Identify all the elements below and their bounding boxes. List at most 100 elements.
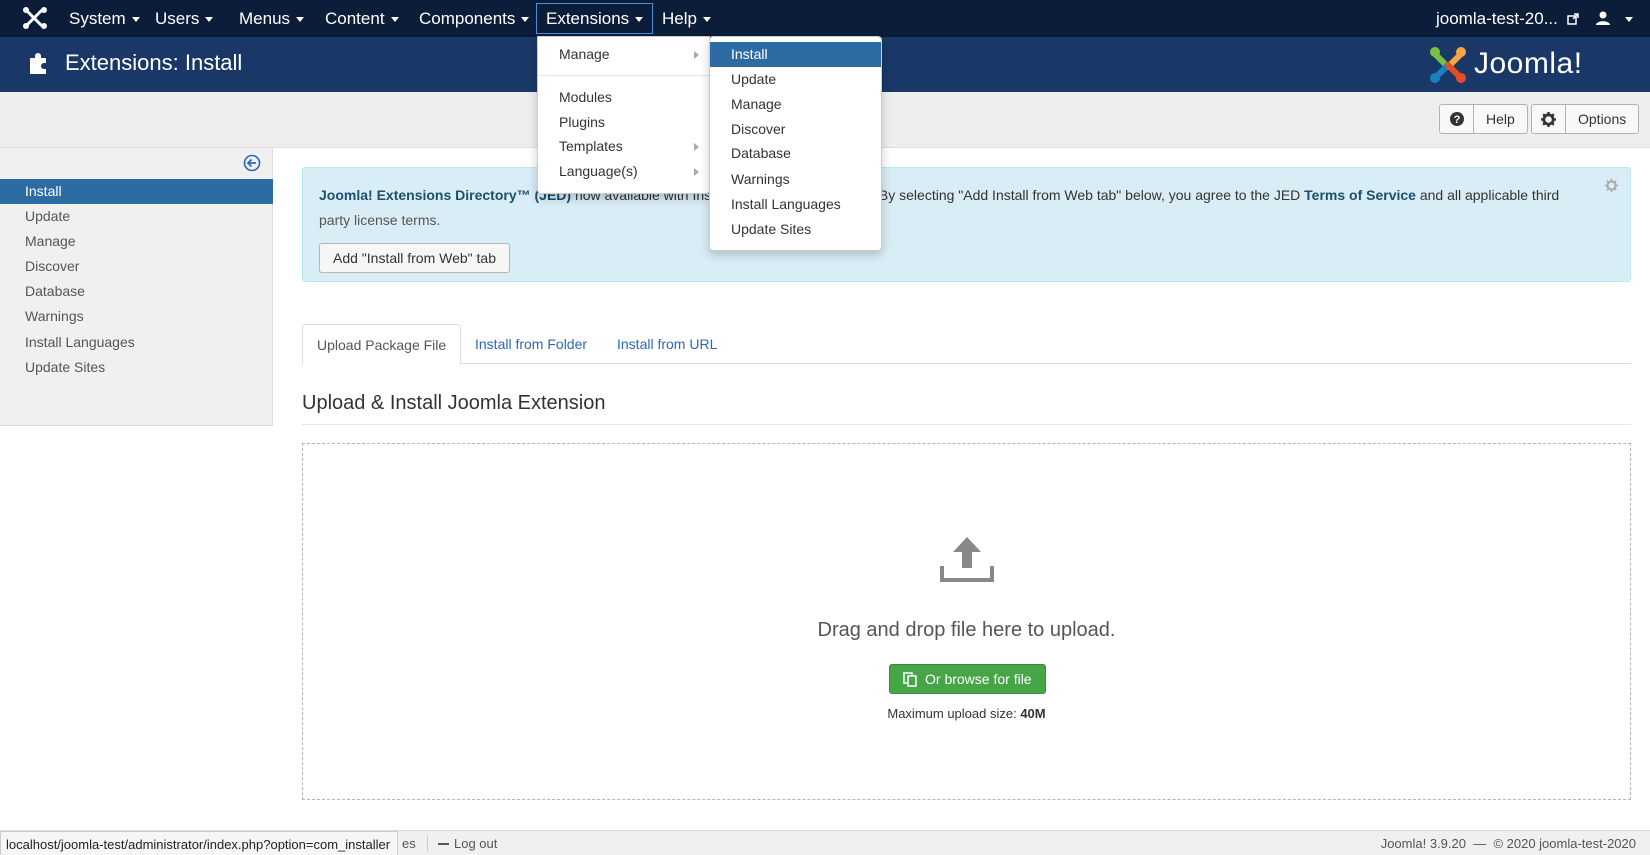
- sidebar-item-manage[interactable]: Manage: [0, 229, 273, 254]
- copyright-text: © 2020 joomla-test-2020: [1493, 836, 1636, 851]
- browse-file-button[interactable]: Or browse for file: [889, 664, 1046, 694]
- caret-down-icon: [635, 17, 644, 23]
- submenu-item-database[interactable]: Database: [710, 141, 881, 166]
- upload-dropzone[interactable]: Drag and drop file here to upload. Or br…: [302, 443, 1631, 800]
- manage-submenu: Install Update Manage Discover Database …: [709, 36, 882, 251]
- alert-text: Joomla! Extensions Directory™ (JED) now …: [319, 185, 1559, 205]
- user-menu[interactable]: [1596, 0, 1633, 37]
- tab-upload-package-file[interactable]: Upload Package File: [302, 324, 462, 365]
- logout-link[interactable]: Log out: [427, 835, 497, 852]
- submenu-item-update[interactable]: Update: [710, 67, 881, 92]
- logout-label: Log out: [454, 836, 498, 851]
- nav-extensions[interactable]: Extensions: [536, 3, 654, 34]
- nav-components-label: Components: [419, 9, 516, 28]
- menu-item-templates[interactable]: Templates: [538, 134, 709, 159]
- submenu-item-discover[interactable]: Discover: [710, 117, 881, 142]
- puzzle-icon: [30, 53, 46, 74]
- caret-down-icon: [131, 17, 140, 23]
- page-title: Extensions: Install: [65, 50, 243, 75]
- collapse-sidebar-icon[interactable]: [243, 154, 261, 172]
- caret-down-icon: [390, 17, 399, 23]
- svg-text:?: ?: [1453, 114, 1460, 126]
- add-install-from-web-button[interactable]: Add "Install from Web" tab: [319, 243, 510, 273]
- external-link-icon: [1566, 13, 1579, 25]
- alert-text-line1: . By selecting "Add Install from Web tab…: [871, 187, 1305, 203]
- nav-components[interactable]: Components: [410, 0, 538, 37]
- nav-content-label: Content: [325, 9, 385, 28]
- browse-file-label: Or browse for file: [925, 671, 1032, 687]
- top-navbar: System Users Menus Content Components Ex…: [0, 0, 1650, 37]
- tab-install-from-url[interactable]: Install from URL: [603, 324, 731, 364]
- site-name: joomla-test-20...: [1436, 9, 1558, 28]
- sidebar-item-update-sites[interactable]: Update Sites: [0, 355, 273, 380]
- help-button[interactable]: ? Help: [1439, 104, 1528, 134]
- tab-install-from-folder[interactable]: Install from Folder: [461, 324, 601, 364]
- menu-item-templates-label: Templates: [559, 138, 623, 154]
- drop-text: Drag and drop file here to upload.: [817, 619, 1116, 641]
- gear-icon[interactable]: [1605, 179, 1618, 192]
- footer-copyright: Joomla! 3.9.20 — © 2020 joomla-test-2020: [1380, 836, 1636, 851]
- extensions-dropdown: Manage Modules Plugins Templates Languag…: [537, 36, 710, 194]
- submenu-item-update-sites[interactable]: Update Sites: [710, 217, 881, 242]
- options-button[interactable]: Options: [1531, 104, 1640, 134]
- jed-alert: Joomla! Extensions Directory™ (JED) now …: [302, 167, 1631, 282]
- nav-content[interactable]: Content: [316, 0, 408, 37]
- menu-item-manage-label: Manage: [559, 46, 610, 62]
- menu-divider: [538, 75, 709, 76]
- menu-item-modules[interactable]: Modules: [538, 85, 709, 110]
- browser-status-url: localhost/joomla-test/administrator/inde…: [0, 831, 399, 855]
- caret-down-icon: [296, 17, 305, 23]
- chevron-right-icon: [694, 168, 699, 176]
- alert-text-line1-end: and all applicable third: [1415, 187, 1560, 203]
- nav-extensions-label: Extensions: [546, 9, 630, 28]
- joomla-brand-icon: [1430, 47, 1466, 83]
- jed-label: Joomla! Extensions Directory™ (JED): [319, 187, 572, 203]
- options-button-label: Options: [1578, 111, 1627, 127]
- nav-users-label: Users: [155, 9, 200, 28]
- sidebar: Install Update Manage Discover Database …: [0, 148, 273, 426]
- max-upload-value: 40M: [1020, 706, 1046, 721]
- site-link[interactable]: joomla-test-20...: [1436, 0, 1579, 37]
- submenu-item-manage[interactable]: Manage: [710, 92, 881, 117]
- sidebar-item-install-languages[interactable]: Install Languages: [0, 330, 273, 355]
- nav-help[interactable]: Help: [653, 0, 720, 37]
- nav-menus[interactable]: Menus: [230, 0, 313, 37]
- sidebar-item-install[interactable]: Install: [0, 179, 273, 204]
- caret-down-icon: [1624, 17, 1633, 23]
- sidebar-item-warnings[interactable]: Warnings: [0, 304, 273, 329]
- install-tabs: Upload Package File Install from Folder …: [302, 324, 1631, 365]
- nav-menus-label: Menus: [239, 9, 291, 28]
- sidebar-item-database[interactable]: Database: [0, 279, 273, 304]
- submenu-item-install-languages[interactable]: Install Languages: [710, 192, 881, 217]
- max-upload-label: Maximum upload size:: [887, 706, 1021, 721]
- copy-icon: [903, 671, 917, 687]
- joomla-brand-text: Joomla!: [1474, 47, 1583, 80]
- menu-item-manage[interactable]: Manage: [538, 42, 709, 67]
- max-upload-size: Maximum upload size: 40M: [303, 706, 1630, 721]
- menu-item-plugins[interactable]: Plugins: [538, 110, 709, 135]
- terms-of-service-link[interactable]: Terms of Service: [1304, 187, 1416, 203]
- help-button-label: Help: [1486, 111, 1515, 127]
- joomla-logo-icon[interactable]: [22, 6, 48, 30]
- sidebar-item-discover[interactable]: Discover: [0, 254, 273, 279]
- caret-down-icon: [702, 17, 711, 23]
- footer: es Log out Joomla! 3.9.20 — © 2020 jooml…: [0, 830, 1650, 855]
- caret-down-icon: [521, 17, 530, 23]
- nav-system[interactable]: System: [60, 0, 149, 37]
- submenu-item-warnings[interactable]: Warnings: [710, 167, 881, 192]
- section-title: Upload & Install Joomla Extension: [302, 392, 1631, 425]
- upload-icon: [940, 537, 994, 582]
- alert-text-line2: party license terms.: [319, 212, 441, 228]
- question-icon: ?: [1440, 105, 1474, 133]
- menu-item-languages-label: Language(s): [559, 163, 638, 179]
- gear-icon: [1532, 105, 1566, 133]
- footer-fragment: es: [402, 836, 416, 851]
- chevron-right-icon: [694, 51, 699, 59]
- nav-system-label: System: [69, 9, 126, 28]
- joomla-version: Joomla! 3.9.20: [1380, 836, 1466, 851]
- menu-item-languages[interactable]: Language(s): [538, 159, 709, 184]
- nav-users[interactable]: Users: [146, 0, 222, 37]
- sidebar-item-update[interactable]: Update: [0, 204, 273, 229]
- caret-down-icon: [205, 17, 214, 23]
- submenu-item-install[interactable]: Install: [710, 42, 881, 67]
